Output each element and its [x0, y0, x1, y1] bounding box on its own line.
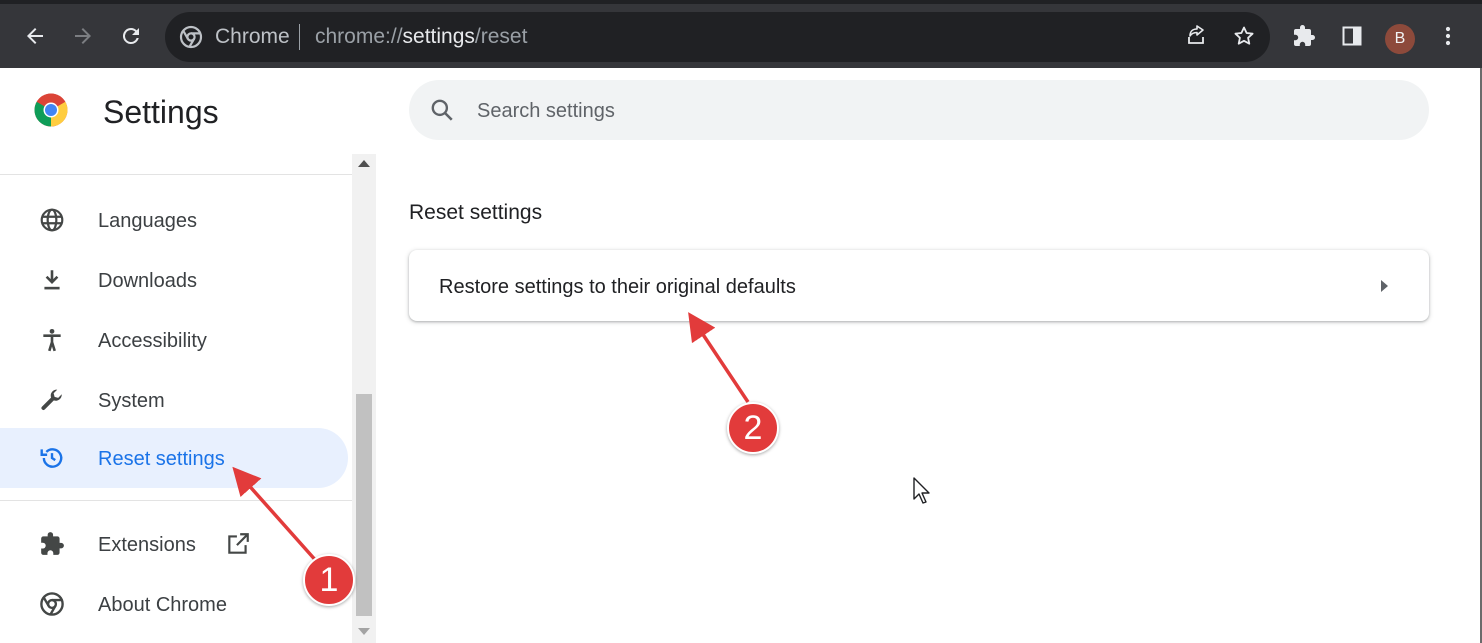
back-icon [27, 28, 43, 44]
bookmark-button[interactable] [1228, 20, 1260, 52]
back-button[interactable] [19, 20, 51, 52]
address-bar[interactable]: Chrome chrome://settings/reset [165, 12, 1270, 62]
sidebar-divider-top [0, 174, 352, 175]
sidebar-item-languages[interactable]: Languages [0, 190, 348, 250]
omnibox-separator [299, 24, 300, 50]
sidebar-item-system[interactable]: System [0, 370, 348, 430]
url-text[interactable]: chrome://settings/reset [315, 25, 527, 49]
url-host: settings [402, 25, 475, 48]
scroll-up-arrow-icon[interactable] [358, 160, 370, 167]
scrollbar-thumb[interactable] [356, 394, 372, 616]
chrome-logo-icon [34, 93, 68, 127]
extensions-button[interactable] [1288, 20, 1320, 52]
sidebar-item-label: Downloads [98, 270, 197, 292]
url-path: /reset [474, 25, 528, 48]
side-panel-icon [1342, 26, 1362, 46]
download-icon [38, 268, 66, 292]
arrow-right-icon [1381, 280, 1388, 292]
menu-button[interactable] [1432, 20, 1464, 52]
sidebar-item-label: Extensions [98, 534, 196, 556]
page-title: Settings [103, 94, 219, 130]
sidebar-item-downloads[interactable]: Downloads [0, 250, 348, 310]
search-icon [431, 99, 453, 121]
sidebar-divider-bottom [0, 500, 352, 501]
sidebar-item-label: System [98, 390, 165, 412]
restore-defaults-label: Restore settings to their original defau… [439, 276, 796, 298]
settings-header: Settings [0, 68, 378, 154]
sidebar-item-label: About Chrome [98, 594, 227, 616]
share-icon [1188, 25, 1204, 44]
puzzle-icon [38, 532, 66, 556]
share-button[interactable] [1180, 20, 1212, 52]
restore-history-icon [38, 446, 66, 470]
sidebar-item-label: Accessibility [98, 330, 207, 352]
globe-icon [38, 208, 66, 232]
annotation-badge-1: 1 [303, 554, 355, 606]
reload-icon [122, 27, 139, 44]
annotation-badge-2: 2 [727, 402, 779, 454]
annotation-arrow-2 [688, 312, 750, 403]
scroll-down-arrow-icon[interactable] [358, 628, 370, 635]
reload-button[interactable] [115, 20, 147, 52]
wrench-icon [38, 388, 66, 412]
search-input[interactable] [477, 98, 1377, 124]
sidebar-item-reset-settings[interactable]: Reset settings [0, 428, 348, 488]
url-scheme: chrome:// [315, 25, 403, 48]
restore-defaults-row[interactable]: Restore settings to their original defau… [409, 250, 1429, 321]
sidebar-item-accessibility[interactable]: Accessibility [0, 310, 348, 370]
search-bar[interactable] [409, 80, 1429, 140]
sidebar-item-label: Languages [98, 210, 197, 232]
chrome-site-icon[interactable] [179, 25, 203, 49]
chrome-icon [38, 592, 66, 616]
sidebar-item-extensions[interactable]: Extensions [0, 514, 348, 574]
section-title: Reset settings [409, 201, 543, 224]
profile-avatar[interactable]: B [1385, 24, 1415, 54]
settings-sidebar: Languages Downloads Accessibility System… [0, 154, 352, 643]
mouse-cursor-icon [913, 477, 930, 504]
open-in-new-icon [228, 533, 249, 554]
bookmark-star-icon [1234, 26, 1254, 45]
more-vert-icon [1445, 26, 1451, 46]
sidebar-scrollbar[interactable] [352, 154, 376, 643]
extensions-puzzle-icon [1294, 25, 1315, 46]
site-name: Chrome [215, 25, 290, 48]
forward-icon [75, 28, 91, 44]
forward-button[interactable] [67, 20, 99, 52]
side-panel-button[interactable] [1336, 20, 1368, 52]
browser-toolbar: Chrome chrome://settings/reset B [0, 0, 1482, 68]
accessibility-icon [38, 328, 66, 352]
sidebar-item-about-chrome[interactable]: About Chrome [0, 574, 348, 634]
sidebar-item-label: Reset settings [98, 448, 225, 470]
